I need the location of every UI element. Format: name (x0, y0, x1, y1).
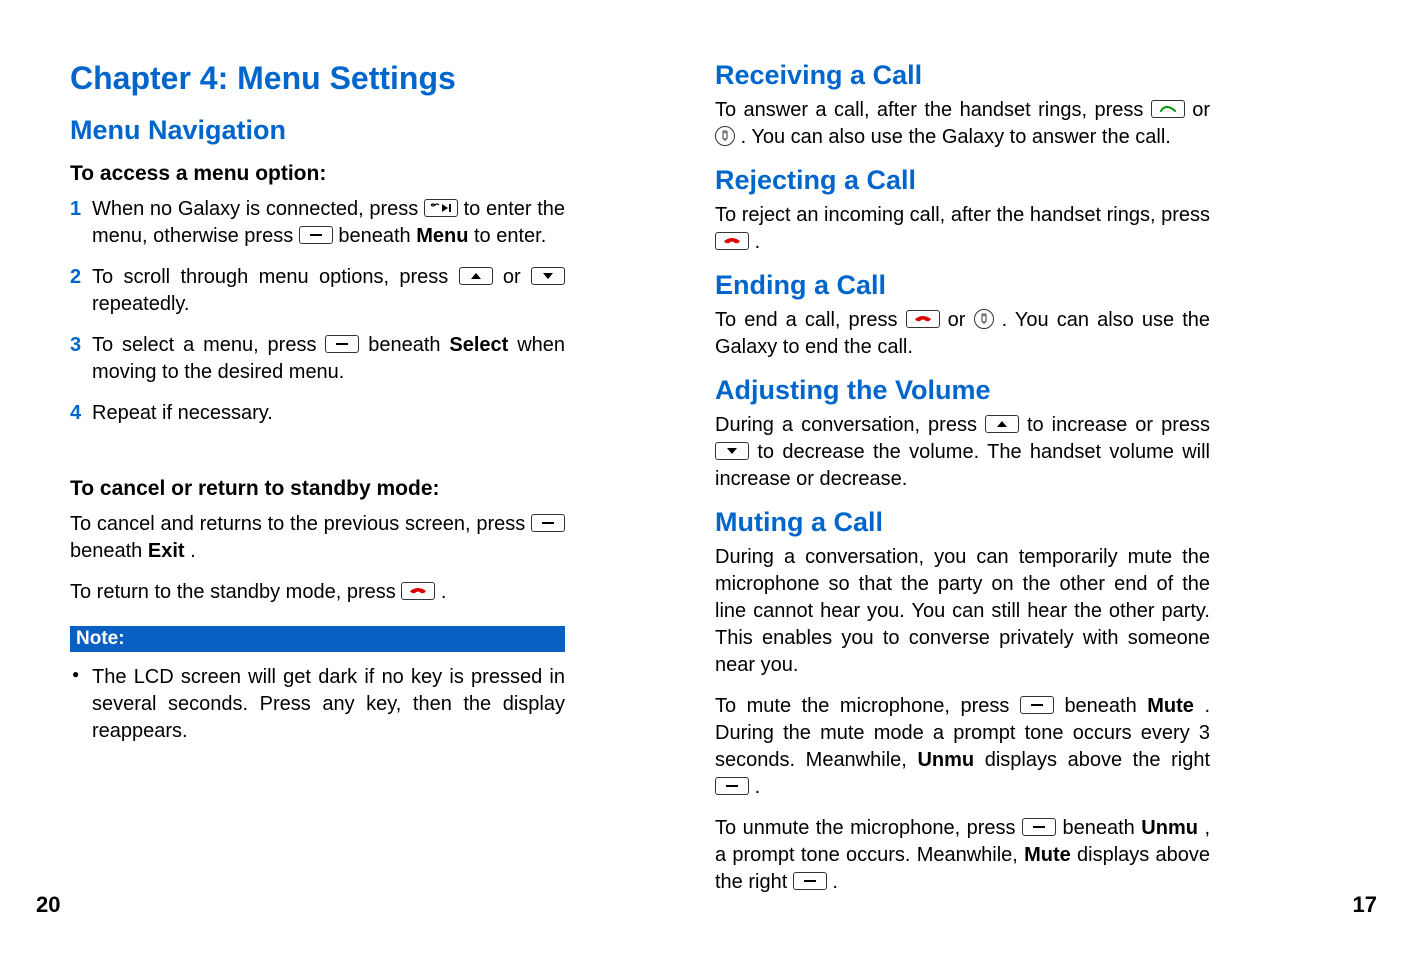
paragraph-text: During a conversation, press (715, 414, 985, 436)
up-key-icon (985, 415, 1019, 433)
section-heading-volume: Adjusting the Volume (715, 375, 1210, 406)
paragraph-text: . (755, 776, 761, 798)
section-heading-menu-navigation: Menu Navigation (70, 115, 565, 146)
paragraph-bold: Mute (1024, 844, 1071, 866)
subheading-access-menu: To access a menu option: (70, 162, 565, 186)
ending-paragraph: To end a call, press or . You can also u… (715, 307, 1210, 361)
paragraph-text: to increase or press (1027, 414, 1210, 436)
down-key-icon (715, 442, 749, 460)
end-call-key-icon (715, 232, 749, 250)
up-key-icon (459, 267, 493, 285)
step-bold: Select (449, 334, 508, 356)
answer-call-key-icon (1151, 100, 1185, 118)
softkey-dash-icon (715, 777, 749, 795)
paragraph-text: To end a call, press (715, 309, 906, 331)
paragraph-text: To return to the standby mode, press (70, 581, 401, 603)
paragraph-text: to decrease the volume. The handset volu… (715, 441, 1210, 490)
step-text: repeatedly. (92, 293, 189, 315)
paragraph-bold: Unmu (917, 749, 974, 771)
note-bullets: The LCD screen will get dark if no key i… (70, 664, 565, 745)
step-bold: Menu (416, 225, 468, 247)
step-text: To select a menu, press (92, 334, 325, 356)
step-text: beneath (338, 225, 416, 247)
speaker-key-icon (974, 309, 994, 329)
chapter-title: Chapter 4: Menu Settings (70, 60, 565, 97)
step-text: beneath (368, 334, 449, 356)
section-heading-ending: Ending a Call (715, 270, 1210, 301)
section-heading-receiving: Receiving a Call (715, 60, 1210, 91)
cancel-paragraph: To cancel and returns to the previous sc… (70, 511, 565, 565)
step-text: to enter. (474, 225, 546, 247)
muting-paragraph-2: To mute the microphone, press beneath Mu… (715, 693, 1210, 801)
end-call-key-icon (906, 310, 940, 328)
menu-access-steps: When no Galaxy is connected, press to en… (70, 196, 565, 441)
step-text: To scroll through menu options, press (92, 266, 459, 288)
paragraph-text: To answer a call, after the handset ring… (715, 99, 1151, 121)
softkey-dash-icon (1022, 818, 1056, 836)
page-number-left: 20 (36, 892, 60, 918)
left-column: Chapter 4: Menu Settings Menu Navigation… (70, 60, 565, 896)
paragraph-text: . (190, 540, 196, 562)
paragraph-text: To cancel and returns to the previous sc… (70, 513, 531, 535)
manual-page-spread: Chapter 4: Menu Settings Menu Navigation… (0, 0, 1413, 916)
rejecting-paragraph: To reject an incoming call, after the ha… (715, 202, 1210, 256)
step-4: Repeat if necessary. (70, 400, 565, 427)
softkey-dash-icon (1020, 696, 1054, 714)
section-heading-muting: Muting a Call (715, 507, 1210, 538)
paragraph-text: beneath (1064, 695, 1147, 717)
page-number-right: 17 (1353, 892, 1377, 918)
receiving-paragraph: To answer a call, after the handset ring… (715, 97, 1210, 151)
paragraph-bold: Unmu (1141, 817, 1198, 839)
softkey-dash-icon (793, 872, 827, 890)
note-label: Note: (70, 626, 565, 652)
paragraph-text: To mute the microphone, press (715, 695, 1020, 717)
softkey-dash-icon (531, 514, 565, 532)
muting-paragraph-3: To unmute the microphone, press beneath … (715, 815, 1210, 896)
step-text: or (503, 266, 531, 288)
paragraph-text: beneath (70, 540, 148, 562)
muting-paragraph-1: During a conversation, you can temporari… (715, 544, 1210, 679)
subheading-cancel-standby: To cancel or return to standby mode: (70, 477, 565, 501)
paragraph-bold: Exit (148, 540, 185, 562)
softkey-dash-icon (299, 226, 333, 244)
paragraph-text: . You can also use the Galaxy to answer … (741, 126, 1171, 148)
section-heading-rejecting: Rejecting a Call (715, 165, 1210, 196)
paragraph-text: To reject an incoming call, after the ha… (715, 204, 1210, 226)
right-column: Receiving a Call To answer a call, after… (715, 60, 1210, 896)
speaker-key-icon (715, 126, 735, 146)
paragraph-text: . (755, 231, 761, 253)
step-text: When no Galaxy is connected, press (92, 198, 424, 220)
step-2: To scroll through menu options, press or… (70, 264, 565, 318)
paragraph-text: . (832, 871, 838, 893)
step-1: When no Galaxy is connected, press to en… (70, 196, 565, 250)
note-bullet-item: The LCD screen will get dark if no key i… (70, 664, 565, 745)
step-text: Repeat if necessary. (92, 402, 273, 424)
paragraph-text: beneath (1063, 817, 1142, 839)
paragraph-text: displays above the right (985, 749, 1210, 771)
end-call-key-icon (401, 582, 435, 600)
step-3: To select a menu, press beneath Select w… (70, 332, 565, 386)
paragraph-text: To unmute the microphone, press (715, 817, 1022, 839)
standby-paragraph: To return to the standby mode, press . (70, 579, 565, 606)
paragraph-bold: Mute (1147, 695, 1194, 717)
softkey-dash-icon (325, 335, 359, 353)
down-key-icon (531, 267, 565, 285)
paragraph-text: . (441, 581, 447, 603)
paragraph-text: or (1192, 99, 1210, 121)
paragraph-text: or (948, 309, 974, 331)
music-play-key-icon (424, 199, 458, 217)
volume-paragraph: During a conversation, press to increase… (715, 412, 1210, 493)
